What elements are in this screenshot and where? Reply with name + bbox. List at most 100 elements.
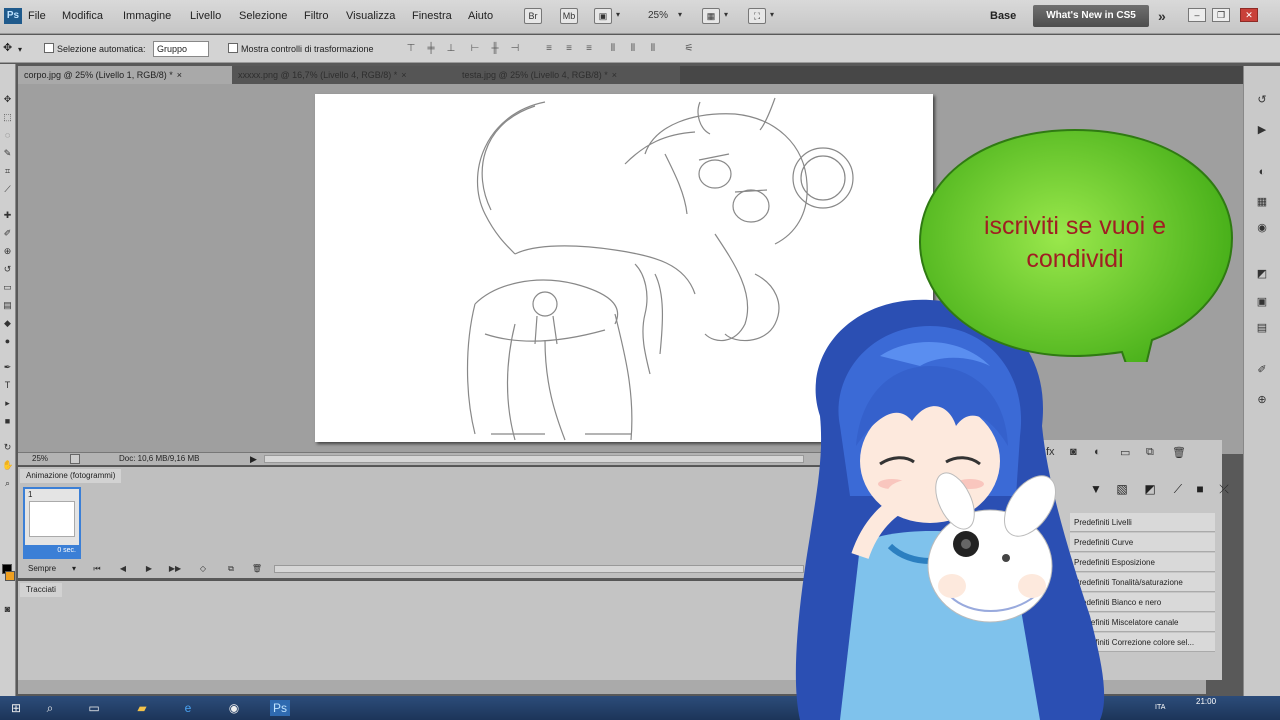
minimize-icon[interactable]: – [1188,8,1206,22]
chevron-down-icon[interactable]: ▾ [616,10,620,19]
blur-tool-icon[interactable]: ◆ [2,318,13,329]
quick-select-tool-icon[interactable]: ✎ [2,148,13,159]
auto-select-checkbox[interactable] [44,43,54,53]
clone-source-icon[interactable]: ⊕ [1253,392,1271,408]
type-tool-icon[interactable]: T [2,380,13,391]
folder-icon[interactable]: ▰ [132,700,152,716]
photo-filter-icon[interactable]: ⟋ [1168,480,1188,498]
history-brush-tool-icon[interactable]: ↺ [2,264,13,275]
task-view-icon[interactable]: ▭ [84,700,104,716]
whats-new-button[interactable]: What's New in CS5 [1033,5,1149,27]
zoom-tool-icon[interactable]: ⌕ [2,478,13,489]
color-icon[interactable]: ◐ [1253,164,1271,180]
adjustments-icon[interactable]: ◩ [1253,266,1271,282]
screen-mode-icon[interactable]: ⛶ [748,8,766,24]
distribute-bottom-icon[interactable]: ≡ [582,43,596,55]
delete-frame-icon[interactable]: 🗑 [250,563,264,575]
language-indicator[interactable]: ITA [1155,704,1165,711]
selective-color-icon[interactable]: ⤫ [1214,480,1234,498]
eraser-tool-icon[interactable]: ▭ [2,282,13,293]
clone-stamp-tool-icon[interactable]: ⊕ [2,246,13,257]
play-icon[interactable]: ▶ [142,563,156,575]
distribute-top-icon[interactable]: ≡ [542,43,556,55]
view-extras-icon[interactable]: ▣ [594,8,612,24]
workspace-base[interactable]: Base [990,10,1016,22]
align-left-icon[interactable]: ⊢ [468,43,482,55]
distribute-left-icon[interactable]: ⦀ [606,43,620,55]
mini-bridge-icon[interactable]: Mb [560,8,578,24]
clock[interactable]: 21:00 [1196,697,1216,706]
menu-finestra[interactable]: Finestra [412,10,452,22]
brush-tool-icon[interactable]: ✐ [2,228,13,239]
menu-file[interactable]: File [28,10,46,22]
chevron-down-icon[interactable]: ▾ [770,10,774,19]
lasso-tool-icon[interactable]: ◌ [2,130,13,141]
crop-tool-icon[interactable]: ⌗ [2,166,13,177]
animation-frame[interactable]: 1 0 sec. [23,487,81,559]
align-hcenter-icon[interactable]: ╫ [488,43,502,55]
eyedropper-tool-icon[interactable]: ⟋ [2,184,13,195]
align-vcenter-icon[interactable]: ╪ [424,43,438,55]
close-icon[interactable]: ✕ [1240,8,1258,22]
frame-delay[interactable]: 0 sec. [25,545,79,557]
marquee-tool-icon[interactable]: ⬚ [2,112,13,123]
timeline-scrollbar[interactable] [274,565,804,573]
align-bottom-icon[interactable]: ⊥ [444,43,458,55]
gradient-map-icon[interactable]: ■ [1190,480,1210,498]
zoom-level[interactable]: 25% [648,10,668,21]
delete-icon[interactable]: 🗑 [1172,446,1186,459]
actions-icon[interactable]: ▶ [1253,122,1271,138]
previous-frame-icon[interactable]: ◀ [116,563,130,575]
chevron-down-icon[interactable]: ▾ [678,10,682,19]
chevron-down-icon[interactable]: ▾ [72,563,76,575]
tab-png[interactable]: xxxxx.png @ 16,7% (Livello 4, RGB/8) * × [232,66,456,84]
status-zoom[interactable]: 25% [32,453,48,465]
chevron-down-icon[interactable]: ▾ [724,10,728,19]
close-icon[interactable]: × [177,70,182,80]
status-arrow-icon[interactable]: ▶ [250,453,257,465]
hand-tool-icon[interactable]: ✋ [2,460,13,471]
arrange-documents-icon[interactable]: ▦ [702,8,720,24]
first-frame-icon[interactable]: ⏮ [90,563,104,575]
distribute-hcenter-icon[interactable]: ⦀ [626,43,640,55]
close-icon[interactable]: × [401,70,406,80]
horizontal-scrollbar[interactable] [264,455,804,463]
move-tool-icon[interactable]: ✥ [3,41,12,54]
3d-rotate-tool-icon[interactable]: ↻ [2,442,13,453]
search-icon[interactable]: ⌕ [40,700,60,716]
tab-corpo[interactable]: corpo.jpg @ 25% (Livello 1, RGB/8) * × [18,66,232,84]
pen-tool-icon[interactable]: ✒ [2,362,13,373]
start-icon[interactable]: ⊞ [6,700,26,716]
align-right-icon[interactable]: ⊣ [508,43,522,55]
tween-icon[interactable]: ◇ [196,563,210,575]
menu-visualizza[interactable]: Visualizza [346,10,395,22]
group-icon[interactable]: ▭ [1120,446,1130,459]
app-icon[interactable]: ◉ [224,700,244,716]
menu-livello[interactable]: Livello [190,10,221,22]
duplicate-frame-icon[interactable]: ⧉ [224,563,238,575]
distribute-vcenter-icon[interactable]: ≡ [562,43,576,55]
swatches-icon[interactable]: ▦ [1253,194,1271,210]
align-top-icon[interactable]: ⊤ [404,43,418,55]
menu-aiuto[interactable]: Aiuto [468,10,493,22]
menu-selezione[interactable]: Selezione [239,10,287,22]
menu-filtro[interactable]: Filtro [304,10,328,22]
dodge-tool-icon[interactable]: ● [2,336,13,347]
masks-icon[interactable]: ▣ [1253,294,1271,310]
auto-align-icon[interactable]: ⚟ [682,43,696,55]
background-color-swatch[interactable] [5,571,15,581]
bridge-icon[interactable]: Br [524,8,542,24]
show-transform-checkbox[interactable] [228,43,238,53]
photoshop-task-icon[interactable]: Ps [270,700,290,716]
tab-testa[interactable]: testa.jpg @ 25% (Livello 4, RGB/8) * × [456,66,680,84]
new-layer-icon[interactable]: ⧉ [1146,446,1154,459]
tab-animazione[interactable]: Animazione (fotogrammi) [20,469,122,483]
loop-select[interactable]: Sempre [28,563,56,575]
gradient-tool-icon[interactable]: ▤ [2,300,13,311]
move-tool-icon[interactable]: ✥ [2,94,13,105]
next-frame-icon[interactable]: ▶▶ [168,563,182,575]
tab-tracciati[interactable]: Tracciati [20,583,62,597]
distribute-right-icon[interactable]: ⦀ [646,43,660,55]
auto-select-dropdown[interactable]: Gruppo [153,41,209,57]
healing-tool-icon[interactable]: ✚ [2,210,13,221]
